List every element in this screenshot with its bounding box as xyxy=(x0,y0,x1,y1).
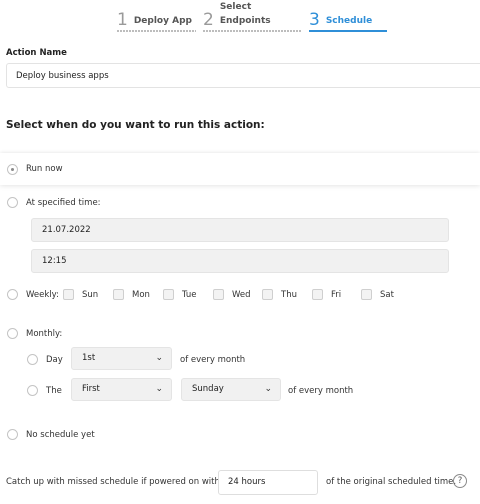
weekday-checkbox-tue[interactable] xyxy=(163,289,174,300)
step-label: Select Endpoints xyxy=(219,2,271,26)
day-of-month-select[interactable]: 1st ⌄ xyxy=(71,347,172,370)
weekday-checkbox-sat[interactable] xyxy=(361,289,372,300)
step-schedule[interactable]: 3 Schedule xyxy=(309,0,387,32)
weekday-label-wed: Wed xyxy=(232,290,251,300)
weekday-label-tue: Tue xyxy=(182,290,197,300)
action-name-label: Action Name xyxy=(6,48,67,58)
step-label: Deploy App xyxy=(133,16,192,26)
question-circle-icon[interactable]: ? xyxy=(453,474,467,488)
catchup-label: Catch up with missed schedule if powered… xyxy=(6,477,228,487)
weekday-checkbox-thu[interactable] xyxy=(262,289,273,300)
weekday-checkbox-fri[interactable] xyxy=(312,289,323,300)
day-of-month-value: 1st xyxy=(82,353,96,363)
wizard-steps: 1 Deploy App 2 Select Endpoints 3 Schedu… xyxy=(0,0,480,32)
step-deploy-app[interactable]: 1 Deploy App xyxy=(117,0,196,32)
specified-time-radio[interactable] xyxy=(7,197,18,208)
weekday-label-fri: Fri xyxy=(331,290,342,300)
chevron-down-icon: ⌄ xyxy=(264,384,272,394)
specified-time-label: At specified time: xyxy=(26,198,101,208)
no-schedule-radio[interactable] xyxy=(7,429,18,440)
monthly-the-suffix: of every month xyxy=(288,386,354,396)
weekday-label-mon: Mon xyxy=(132,290,150,300)
run-now-label: Run now xyxy=(26,164,63,174)
step-label: Schedule xyxy=(325,16,373,26)
action-name-input[interactable] xyxy=(6,63,480,88)
weekday-checkbox-wed[interactable] xyxy=(213,289,224,300)
step-underline xyxy=(117,30,196,32)
run-now-row[interactable] xyxy=(0,153,480,185)
time-input[interactable]: 12:15 xyxy=(31,249,449,273)
weekly-radio[interactable] xyxy=(7,289,18,300)
weekday-select[interactable]: Sunday ⌄ xyxy=(181,378,281,401)
run-now-radio[interactable] xyxy=(7,164,18,175)
monthly-the-label: The xyxy=(46,386,62,396)
monthly-day-label: Day xyxy=(46,355,63,365)
ordinal-value: First xyxy=(82,384,100,394)
weekday-label-thu: Thu xyxy=(281,290,297,300)
step-select-endpoints[interactable]: 2 Select Endpoints xyxy=(203,0,301,32)
chevron-down-icon: ⌄ xyxy=(155,353,163,363)
date-input[interactable]: 21.07.2022 xyxy=(31,218,449,242)
schedule-section-title: Select when do you want to run this acti… xyxy=(6,119,265,131)
step-number: 1 xyxy=(117,10,128,30)
weekly-label: Weekly: xyxy=(26,290,59,300)
monthly-the-radio[interactable] xyxy=(27,385,38,396)
monthly-day-radio[interactable] xyxy=(27,354,38,365)
catchup-suffix: of the original scheduled time. xyxy=(326,477,457,487)
step-underline-active xyxy=(309,30,387,32)
step-number: 2 xyxy=(203,10,214,30)
weekday-checkbox-mon[interactable] xyxy=(113,289,124,300)
chevron-down-icon: ⌄ xyxy=(155,384,163,394)
weekday-label-sat: Sat xyxy=(380,290,394,300)
weekday-checkbox-sun[interactable] xyxy=(63,289,74,300)
monthly-label: Monthly: xyxy=(26,329,63,339)
weekday-label-sun: Sun xyxy=(82,290,99,300)
monthly-day-suffix: of every month xyxy=(180,355,246,365)
step-underline xyxy=(203,30,301,32)
monthly-radio[interactable] xyxy=(7,328,18,339)
weekday-value: Sunday xyxy=(192,384,224,394)
step-number: 3 xyxy=(309,10,320,30)
ordinal-select[interactable]: First ⌄ xyxy=(71,378,172,401)
catchup-hours-input[interactable]: 24 hours xyxy=(218,470,318,495)
no-schedule-label: No schedule yet xyxy=(26,430,95,440)
